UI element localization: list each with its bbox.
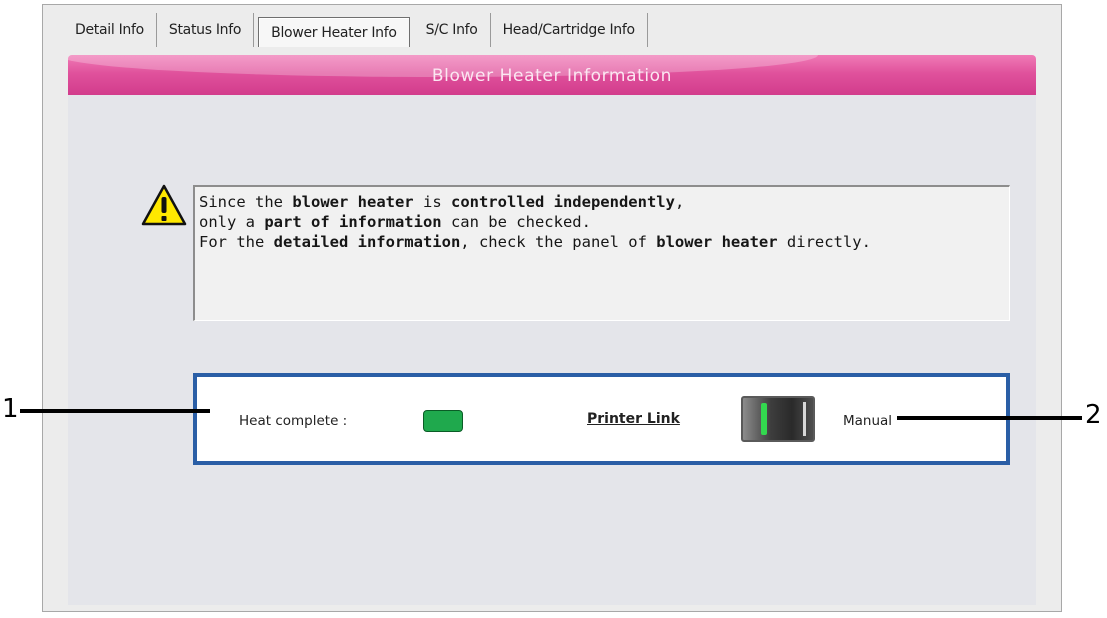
heat-complete-label: Heat complete : (239, 413, 348, 429)
toggle-indicator-light (761, 403, 767, 435)
printer-link-manual-toggle[interactable] (741, 396, 815, 442)
tab-detail-info[interactable]: Detail Info (63, 13, 157, 47)
tab-sc-info[interactable]: S/C Info (414, 13, 491, 47)
printer-link-label[interactable]: Printer Link (587, 411, 680, 427)
tab-head-cartridge-info[interactable]: Head/Cartridge Info (491, 13, 648, 47)
info-message-box: Since the blower heater is controlled in… (193, 185, 1010, 321)
content-area: Since the blower heater is controlled in… (68, 95, 1036, 605)
callout-line-1 (20, 409, 210, 413)
message-line-1: Since the blower heater is controlled in… (199, 193, 685, 211)
section-title: Blower Heater Information (431, 66, 673, 86)
callout-number-1: 1 (2, 394, 19, 424)
tab-blower-heater-info[interactable]: Blower Heater Info (258, 17, 410, 47)
tab-bar: Detail Info Status Info Blower Heater In… (63, 13, 648, 47)
message-line-3: For the detailed information, check the … (199, 233, 871, 251)
toggle-edge-highlight (803, 402, 806, 436)
heater-status-panel: Heat complete : Printer Link Manual (193, 373, 1010, 465)
manual-label: Manual (843, 413, 893, 429)
callout-line-2 (897, 416, 1082, 420)
tab-status-info[interactable]: Status Info (157, 13, 255, 47)
heat-complete-indicator (423, 410, 463, 432)
callout-number-2: 2 (1085, 400, 1102, 430)
blower-heater-window: Detail Info Status Info Blower Heater In… (42, 4, 1062, 612)
warning-icon (140, 183, 188, 227)
message-line-2: only a part of information can be checke… (199, 213, 591, 231)
section-header: Blower Heater Information (68, 55, 1036, 95)
